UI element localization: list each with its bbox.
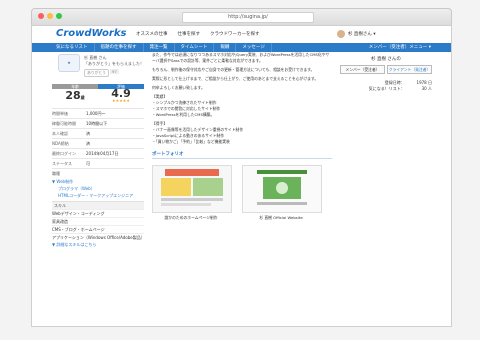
table-row: 本人確認済 — [52, 128, 144, 138]
list-item: Webデザイン・コーディング — [52, 209, 144, 217]
profile-description: また、作今では必須になりつつあるスマホ対応やjQuery実装、およびWordPr… — [152, 52, 332, 221]
address-bar[interactable]: http://sugina.jp/ — [182, 12, 314, 23]
table-row: 稼働可能時間 10時間以下 — [52, 118, 144, 128]
web-page: CrowdWorks オススメの仕事 仕事を探す クラウドワーカーを探す 杉 直… — [31, 25, 452, 327]
description-paragraph: もちろん、制作後の保守対応やご自身での更新・管理方法についても、相談をお受けでき… — [152, 67, 315, 72]
star-rating-icon: ★★★★★ — [112, 98, 130, 103]
table-row: 職種 — [52, 168, 144, 178]
category-web[interactable]: ▼ Web制作 — [52, 178, 144, 185]
link-html-coder[interactable]: HTMLコーダー・マークアップエンジニア — [52, 192, 144, 199]
list-item: CMS・ブログ・ホームページ — [52, 225, 144, 233]
description-paragraph: 【実績】 ・シンプルかつ洗練されたサイト制作 ・スマホでの閲覧に対応したサイト制… — [152, 94, 221, 117]
more-skills-link[interactable]: ▼ 詳細なスキルはこちら — [52, 241, 144, 248]
header-link-find-job[interactable]: 仕事を探す — [178, 31, 201, 37]
client-tab[interactable]: クライアント（発注者） — [387, 65, 432, 74]
browser-toolbar: http://sugina.jp/ — [31, 8, 452, 25]
minimize-window-button[interactable] — [47, 13, 53, 19]
portfolio-caption[interactable]: 杉 直樹 Official Website — [242, 215, 320, 221]
age-stat: 年齢 28歳 — [52, 84, 98, 106]
rating-stat: 評価 4.9 ★★★★★ — [98, 84, 144, 106]
portfolio-item[interactable]: 杉 直樹 Official Website — [242, 165, 322, 221]
member-summary: 杉 直樹 さんの メンバー（受注者） クライアント（発注者） 登録日時： 197… — [340, 56, 432, 92]
avatar[interactable] — [337, 30, 345, 38]
profile-badge: ★ — [58, 54, 80, 72]
profile-catch: 「ありがとう」をもらえました！ — [84, 61, 144, 66]
nav-item-find-jobs[interactable]: 宿題の仕事を探す — [95, 43, 144, 52]
nav-item-favorites[interactable]: 気になるリスト — [50, 43, 95, 52]
skill-heading: スキル — [52, 201, 144, 209]
site-header: CrowdWorks オススメの仕事 仕事を探す クラウドワーカーを探す 杉 直… — [32, 26, 451, 43]
list-item: 家具改造 — [52, 217, 144, 225]
user-menu[interactable]: 杉 直樹さん ▾ — [348, 31, 376, 37]
nav-item-message[interactable]: メッセージ — [236, 43, 272, 52]
member-menu[interactable]: メンバー（受注者）メニュー ▾ — [369, 43, 431, 52]
nav-item-reward[interactable]: 報酬 — [214, 43, 237, 52]
table-row: NDA締結済 — [52, 138, 144, 148]
nav-item-orders[interactable]: 発注一覧 — [144, 43, 175, 52]
table-row: 時間単価 1,000円〜 — [52, 108, 144, 118]
description-paragraph: 実際に形として仕上げるまで、ご相談から仕上がり、ご使用のあとまで支えることを心が… — [152, 76, 319, 81]
table-row: ステータス可 — [52, 158, 144, 168]
member-name: 杉 直樹 さんの — [371, 57, 401, 62]
portfolio-thumbnail[interactable] — [152, 165, 232, 213]
header-link-recommended[interactable]: オススメの仕事 — [136, 31, 168, 37]
description-paragraph: また、作今では必須になりつつあるスマホ対応やjQuery実装、およびWordPr… — [152, 52, 330, 63]
main-nav: 気になるリスト 宿題の仕事を探す 発注一覧 タイムシート 報酬 メッセージ メン… — [32, 43, 451, 52]
portfolio-item[interactable]: 誰かのためのホームページ制作 — [152, 165, 232, 221]
description-paragraph: 【得手】 ・バナー画像等を活用したデザイン重視のサイト制作 ・JavaScrip… — [152, 121, 244, 144]
table-row: 最終ログイン 2014年04月17日 — [52, 148, 144, 158]
portfolio-heading: ポートフォリオ — [152, 151, 332, 159]
member-tab[interactable]: メンバー（受注者） — [340, 65, 385, 74]
profile-sidebar: ★ 杉 直樹 さん 「ありがとう」をもらえました！ ありがとう 97 年齢 28… — [52, 52, 145, 248]
description-paragraph: 何卒よろしくお願い致します。 — [152, 85, 205, 90]
nav-item-timesheet[interactable]: タイムシート — [175, 43, 215, 52]
link-programmer[interactable]: プログラマ（Web） — [52, 185, 144, 192]
screen: http://sugina.jp/ CrowdWorks オススメの仕事 仕事を… — [0, 0, 480, 340]
favorites-count: 気になる！リスト： 30 人 — [368, 86, 432, 91]
thanks-count: 97 — [110, 69, 119, 74]
site-logo[interactable]: CrowdWorks — [56, 28, 126, 39]
thanks-button[interactable]: ありがとう — [84, 69, 109, 77]
portfolio-caption[interactable]: 誰かのためのホームページ制作 — [152, 215, 230, 221]
header-link-find-worker[interactable]: クラウドワーカーを探す — [210, 31, 260, 37]
close-window-button[interactable] — [38, 13, 44, 19]
list-item: アプリケーション（Windows Office/Adobe製品） — [52, 233, 145, 240]
portfolio-thumbnail[interactable] — [242, 165, 322, 213]
zoom-window-button[interactable] — [56, 13, 62, 19]
profile-info-table: 時間単価 1,000円〜 稼働可能時間 10時間以下 本人確認済 NDA締結済 最終… — [52, 108, 144, 178]
